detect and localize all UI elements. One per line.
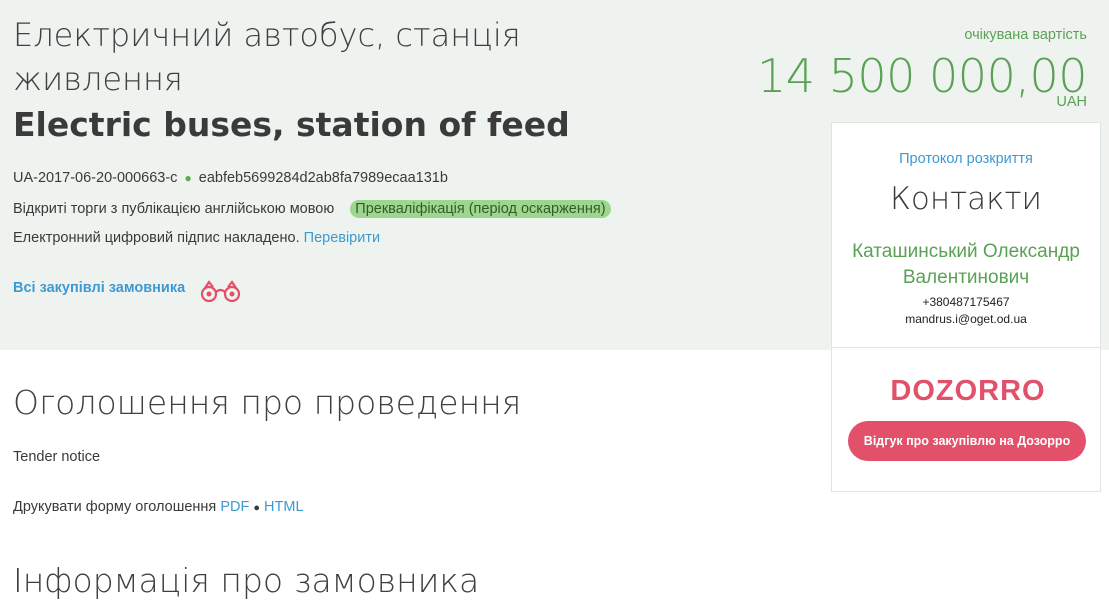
signature-text: Електронний цифровий підпис накладено.: [13, 230, 300, 246]
contacts-title: Контакти: [890, 181, 1042, 217]
print-pdf-link[interactable]: PDF: [220, 499, 249, 515]
contacts-sidebar: Протокол розкриття Контакти Каташинський…: [831, 122, 1101, 492]
procedure-type: Відкриті торги з публікацією англійською…: [13, 201, 335, 217]
tender-title-en: Electric buses, station of feed: [13, 105, 570, 144]
contact-email: mandrus.i@oget.od.ua: [905, 312, 1027, 326]
opening-protocol-link[interactable]: Протокол розкриття: [832, 151, 1100, 167]
tender-hash: eabfeb5699284d2ab8fa7989ecaa131b: [198, 170, 448, 186]
verify-signature-link[interactable]: Перевірити: [304, 230, 380, 246]
print-html-link[interactable]: HTML: [264, 499, 303, 515]
tender-identifiers: UA-2017-06-20-000663-c ● eabfeb5699284d2…: [13, 170, 448, 186]
status-dot-icon: ●: [184, 171, 192, 185]
customer-section-title: Інформація про замовника: [13, 561, 480, 600]
contact-name: Каташинський Олександр Валентинович: [852, 241, 1080, 288]
all-purchases-link[interactable]: Всі закупівлі замовника: [13, 280, 185, 296]
tender-notice-subtitle: Tender notice: [13, 449, 101, 465]
procedure-row: Відкриті торги з публікацією англійською…: [13, 200, 611, 218]
print-form-row: Друкувати форму оголошення PDF ● HTML: [13, 499, 304, 515]
status-badge: Прекваліфікація (період оскарження): [350, 200, 611, 218]
separator-dot-icon: ●: [253, 502, 261, 514]
svg-text:DOZORRO: DOZORRO: [890, 375, 1045, 407]
expected-value-label: очікувана вартість: [964, 27, 1087, 43]
contact-phone: +380487175467: [922, 295, 1010, 309]
binoculars-icon[interactable]: [199, 279, 243, 310]
expected-value-amount: 14 500 000,00: [756, 49, 1088, 103]
expected-value-currency: UAH: [1056, 94, 1087, 110]
print-form-label: Друкувати форму оголошення: [13, 499, 217, 515]
tender-title-ua: Електричний автобус, станція живлення: [13, 16, 521, 98]
tender-id: UA-2017-06-20-000663-c: [13, 170, 178, 186]
signature-row: Електронний цифровий підпис накладено. П…: [13, 230, 380, 246]
sidebar-divider: [832, 347, 1100, 348]
notice-section-title: Оголошення про проведення: [13, 383, 522, 422]
dozorro-feedback-button[interactable]: Відгук про закупівлю на Дозорро: [848, 421, 1086, 461]
dozorro-logo: DOZORRO: [890, 375, 1045, 407]
